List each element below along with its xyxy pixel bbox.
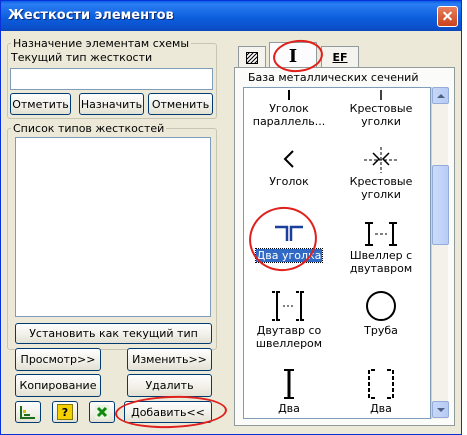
parametric-sections-tab[interactable]	[238, 46, 266, 68]
cancel-button[interactable]: Отменить	[148, 93, 213, 115]
section-label: Уголок	[269, 175, 309, 188]
catalog-header: База металлических сечений	[248, 71, 419, 84]
section-label: Два	[370, 402, 392, 415]
current-type-field[interactable]	[10, 68, 213, 90]
hatched-square-icon	[246, 51, 258, 64]
help-icon: ?	[57, 404, 73, 420]
rigidity-dialog: Жесткости элементов Назначение элементам…	[0, 0, 462, 435]
section-item-single-angle-parallel[interactable]: Уголок параллель...	[244, 90, 334, 128]
set-current-button[interactable]: Установить как текущий тип	[15, 323, 212, 344]
section-label: швеллером	[255, 337, 323, 350]
section-item-cross-angles[interactable]: Крестовые уголки	[336, 145, 426, 201]
section-item-cross-angles-top[interactable]: Крестовые уголки	[336, 90, 426, 128]
chart-icon	[20, 406, 35, 419]
assign-button[interactable]: Назначить	[79, 93, 144, 115]
pipe-icon	[366, 291, 396, 321]
section-item-ibeam-with-channel[interactable]: Двутавр со швеллером	[244, 288, 334, 350]
section-label: Двутавр со	[256, 324, 322, 337]
two-ibeams-icon	[284, 369, 294, 399]
section-label: уголки	[361, 188, 401, 201]
section-item-two-ibeams[interactable]: Два	[244, 366, 334, 415]
edit-button[interactable]: Изменить>>	[127, 348, 212, 371]
scroll-down-button[interactable]	[432, 401, 449, 418]
channel-ibeam-icon	[365, 222, 397, 246]
scroll-up-icon	[437, 94, 445, 98]
section-chart-button[interactable]	[15, 401, 41, 423]
close-x-icon	[95, 405, 109, 419]
ef-tab-label: EF	[332, 51, 348, 64]
assign-group-title: Назначение элементам схемы	[11, 37, 192, 50]
types-list[interactable]	[15, 137, 211, 317]
section-label: Труба	[364, 324, 398, 337]
section-label: параллель...	[252, 115, 326, 128]
delete-type-button[interactable]	[89, 401, 115, 423]
section-item-channel-with-ibeam[interactable]: Швеллер с двутавром	[336, 219, 426, 275]
section-label: уголки	[361, 115, 401, 128]
types-group-title: Список типов жесткостей	[11, 122, 167, 135]
section-item-single-angle[interactable]: Уголок	[244, 145, 334, 188]
section-label: Крестовые	[349, 175, 413, 188]
ibeam-channel-icon	[272, 291, 306, 321]
section-label: Уголок	[269, 102, 309, 115]
scroll-up-button[interactable]	[432, 87, 449, 104]
help-button[interactable]: ?	[52, 401, 78, 423]
two-channels-icon	[368, 369, 394, 399]
sections-scrollbar[interactable]	[431, 87, 449, 419]
angle-parallel-icon	[288, 90, 290, 100]
scroll-down-icon	[437, 408, 445, 412]
mark-button[interactable]: Отметить	[10, 93, 71, 115]
section-label: Два	[278, 402, 300, 415]
delete-button[interactable]: Удалить	[127, 374, 212, 397]
annotation-add-ellipse	[114, 394, 228, 430]
copy-button[interactable]: Копирование	[15, 374, 101, 397]
numeric-sections-tab[interactable]: EF	[321, 46, 359, 68]
preview-button[interactable]: Просмотр>>	[15, 348, 101, 371]
close-icon[interactable]	[437, 6, 458, 27]
section-item-pipe[interactable]: Труба	[336, 288, 426, 337]
section-item-two-channels[interactable]: Два	[336, 366, 426, 415]
title-bar[interactable]: Жесткости элементов	[1, 1, 461, 31]
section-label: двутавром	[349, 262, 413, 275]
scroll-thumb[interactable]	[432, 165, 449, 245]
cross-angles-top-icon	[380, 90, 382, 100]
window-title: Жесткости элементов	[8, 8, 174, 23]
section-label: Швеллер с	[349, 249, 413, 262]
angle-icon	[283, 150, 294, 168]
section-label: Крестовые	[349, 102, 413, 115]
cross-angles-icon	[364, 147, 398, 173]
current-type-label: Текущий тип жесткости	[11, 51, 153, 64]
